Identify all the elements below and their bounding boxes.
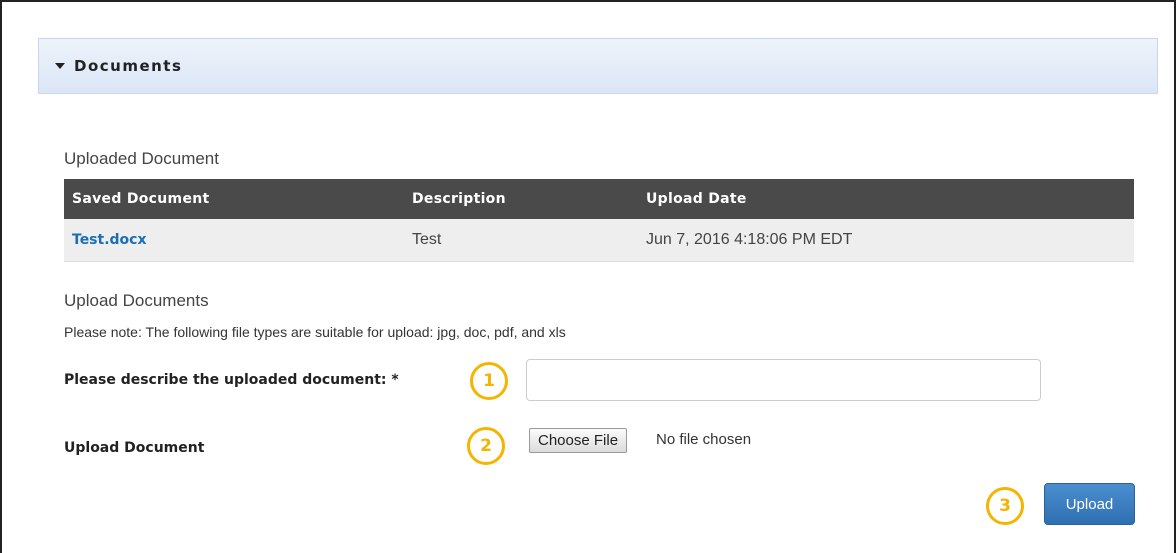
describe-document-label: Please describe the uploaded document: * [64,372,399,388]
uploaded-documents-table: Saved Document Description Upload Date T… [64,179,1134,262]
saved-document-cell: Test.docx [64,219,404,262]
choose-file-button[interactable]: Choose File [529,428,628,453]
table-row: Test.docx Test Jun 7, 2016 4:18:06 PM ED… [64,219,1134,262]
column-header-description: Description [404,179,638,219]
document-description-input[interactable] [526,359,1041,401]
upload-date-cell: Jun 7, 2016 4:18:06 PM EDT [638,219,1134,262]
table-header-row: Saved Document Description Upload Date [64,179,1134,219]
upload-document-label: Upload Document [64,440,205,456]
callout-3-badge: 3 [986,487,1024,525]
callout-1-badge: 1 [470,362,508,400]
file-types-note: Please note: The following file types ar… [64,324,566,340]
uploaded-document-heading: Uploaded Document [64,149,219,168]
column-header-upload-date: Upload Date [638,179,1134,219]
panel-title: Documents [74,57,183,75]
saved-document-link[interactable]: Test.docx [72,232,147,248]
upload-documents-heading: Upload Documents [64,291,209,310]
column-header-saved-document: Saved Document [64,179,404,219]
upload-button[interactable]: Upload [1044,483,1135,525]
caret-down-icon [55,63,65,69]
callout-2-badge: 2 [467,427,505,465]
documents-panel-header[interactable]: Documents [38,38,1158,94]
no-file-chosen-text: No file chosen [656,431,752,448]
description-cell: Test [404,219,638,262]
